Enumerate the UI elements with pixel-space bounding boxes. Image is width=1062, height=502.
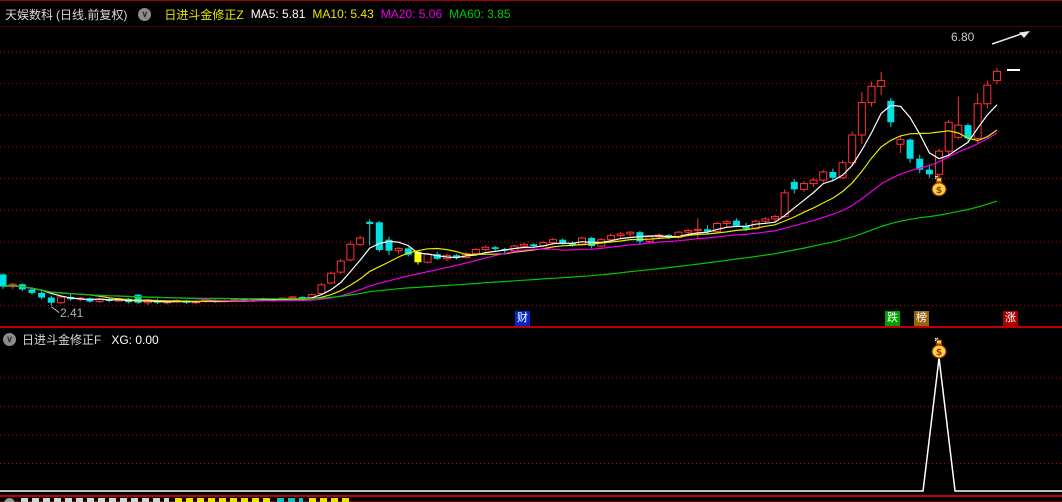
candle-body bbox=[819, 171, 828, 181]
candle-body bbox=[761, 218, 770, 222]
candle-body bbox=[771, 216, 779, 220]
money-bag-icon: $ bbox=[931, 337, 947, 359]
candle-body bbox=[471, 249, 480, 255]
chevron-down-circle-icon[interactable] bbox=[4, 498, 15, 502]
stock-chart-window: { "header": { "stock_name": "天娱数科", "per… bbox=[0, 0, 1062, 502]
clipped-yellow-text bbox=[309, 498, 349, 502]
candle-body bbox=[520, 243, 529, 247]
chart-canvas[interactable]: $$ bbox=[0, 0, 1062, 502]
candle-body bbox=[925, 169, 933, 175]
candle-body bbox=[877, 80, 886, 87]
xg-value-label: XG: 0.00 bbox=[111, 332, 159, 347]
candle-body bbox=[366, 221, 374, 225]
xg-signal-line bbox=[0, 357, 1062, 492]
badge-die[interactable]: 跌 bbox=[885, 311, 900, 326]
main-indicator-name[interactable]: 日进斗金修正Z bbox=[164, 6, 243, 23]
candle-body bbox=[983, 84, 992, 105]
candle-body bbox=[394, 247, 403, 252]
low-pointer-line bbox=[50, 306, 60, 314]
clipped-cyan-text bbox=[277, 498, 303, 502]
svg-text:$: $ bbox=[936, 186, 942, 196]
candle-body bbox=[327, 272, 336, 284]
price-target-label: 6.80 bbox=[951, 30, 975, 44]
candle-body bbox=[732, 220, 740, 226]
lower-indicator-name[interactable]: 日进斗金修正F bbox=[22, 331, 101, 348]
candle-body bbox=[356, 237, 365, 245]
ma5-legend: MA5: 5.81 bbox=[250, 7, 306, 21]
candle-body bbox=[867, 85, 876, 104]
candle-body bbox=[346, 243, 355, 261]
badge-bang[interactable]: 榜 bbox=[914, 311, 929, 326]
stock-name[interactable]: 天娱数科 bbox=[5, 6, 53, 23]
money-bag-icon: $ bbox=[931, 175, 947, 197]
candle-body bbox=[606, 235, 615, 241]
ma20-legend: MA20: 5.06 bbox=[380, 7, 443, 21]
ma20-line bbox=[2, 132, 998, 302]
candle-body bbox=[481, 246, 490, 251]
price-target-arrow bbox=[991, 32, 1025, 45]
last-price-dash bbox=[1007, 69, 1020, 71]
ma5-line bbox=[2, 104, 998, 303]
chevron-down-circle-icon[interactable]: ∨ bbox=[3, 333, 16, 346]
candle-body bbox=[28, 289, 36, 293]
candle-body bbox=[0, 274, 7, 287]
candle-body bbox=[423, 253, 432, 263]
candle-body bbox=[848, 134, 857, 164]
candle-body bbox=[134, 294, 142, 303]
candle-body bbox=[616, 233, 625, 237]
candle-body bbox=[47, 297, 55, 303]
candle-body bbox=[809, 179, 818, 185]
candle-body bbox=[317, 284, 326, 294]
candle-body bbox=[992, 70, 1001, 82]
chart-header: 天娱数科 (日线.前复权) ∨ 日进斗金修正Z MA5: 5.81 MA10: … bbox=[0, 2, 1062, 26]
candle-body bbox=[684, 229, 693, 233]
ma60-line bbox=[2, 200, 998, 300]
candle-body bbox=[857, 102, 866, 136]
candle-body bbox=[56, 296, 65, 304]
candle-body bbox=[693, 228, 702, 231]
candle-body bbox=[944, 121, 953, 152]
candle-body bbox=[954, 124, 963, 138]
candle-body bbox=[336, 260, 345, 273]
clipped-yellow-text bbox=[175, 498, 271, 502]
svg-text:$: $ bbox=[936, 348, 942, 358]
badge-zhang[interactable]: 涨 bbox=[1003, 311, 1018, 326]
candle-body bbox=[626, 231, 635, 235]
period-label: (日线.前复权) bbox=[56, 7, 128, 22]
candle-body bbox=[549, 239, 558, 244]
ma60-legend: MA60: 3.85 bbox=[449, 7, 511, 21]
candle-body bbox=[906, 139, 914, 159]
chevron-down-circle-icon[interactable]: ∨ bbox=[138, 7, 152, 21]
ma10-line bbox=[2, 129, 998, 303]
ma10-legend: MA10: 5.43 bbox=[312, 7, 374, 21]
candle-body bbox=[722, 221, 731, 224]
candle-body bbox=[38, 292, 46, 298]
candle-body bbox=[288, 296, 297, 299]
candle-body bbox=[799, 183, 808, 190]
candle-body bbox=[530, 244, 538, 247]
candle-body bbox=[829, 172, 837, 178]
candle-body bbox=[375, 222, 383, 251]
low-price-label: 2.41 bbox=[60, 306, 84, 320]
candle-body bbox=[491, 247, 499, 249]
candle-body bbox=[887, 100, 895, 123]
lower-panel-header: ∨ 日进斗金修正F XG: 0.00 bbox=[0, 331, 159, 348]
clipped-bottom-text-row bbox=[0, 497, 1062, 502]
candle-body bbox=[896, 139, 905, 145]
clipped-white-text bbox=[21, 498, 169, 502]
candle-body bbox=[973, 103, 982, 139]
badge-cai[interactable]: 财 bbox=[515, 311, 530, 326]
candle-body bbox=[790, 181, 798, 190]
